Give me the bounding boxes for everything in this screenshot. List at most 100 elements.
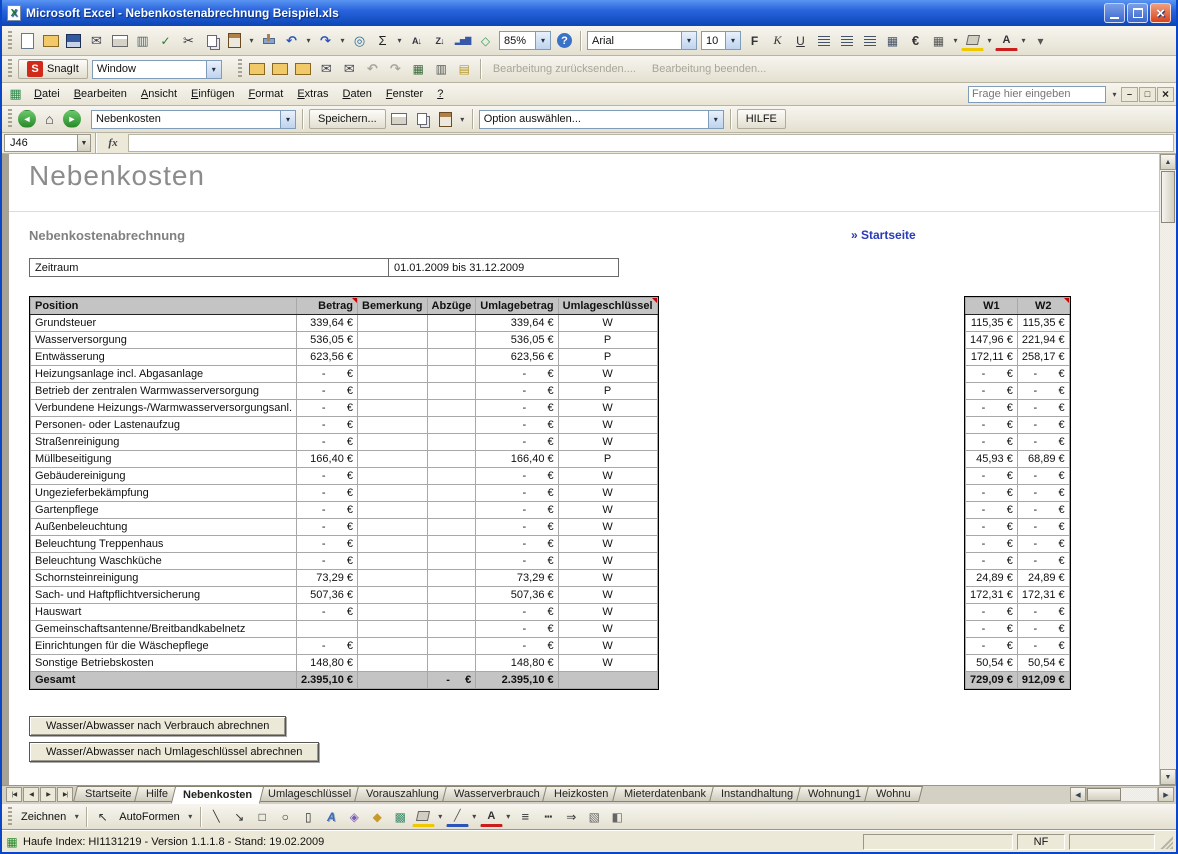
cell-w1[interactable]: 172,31 € [965,586,1018,604]
fill-color-icon-dropdown[interactable]: ▾ [984,30,995,51]
win-close-button[interactable] [1157,86,1174,102]
cell-w1[interactable]: - € [965,416,1018,434]
cell-umlagebetrag[interactable]: - € [475,637,559,655]
cell-umlagebetrag[interactable]: - € [475,484,559,502]
zeitraum-label-cell[interactable]: Zeitraum [29,258,389,277]
chart-wizard-icon[interactable] [451,30,474,51]
format-painter-icon[interactable] [257,30,280,51]
titlebar[interactable]: Microsoft Excel - Nebenkostenabrechnung … [2,0,1176,26]
cell-betrag[interactable]: - € [296,365,358,383]
sheet-action-button[interactable]: Wasser/Abwasser nach Umlageschlüssel abr… [29,742,320,762]
cell-umlagebetrag[interactable]: - € [475,518,559,536]
cell-umlageschluessel[interactable]: P [557,331,658,349]
cell-bemerkung[interactable] [357,314,428,332]
diagram-icon[interactable] [343,806,366,827]
column-header-w2[interactable]: W2 [1016,297,1070,315]
cell-abzuege[interactable] [426,450,477,468]
cell-betrag[interactable] [296,620,358,638]
mail-icon[interactable] [85,30,108,51]
column-header-bemerkung[interactable]: Bemerkung [357,297,428,315]
name-box-dropdown-icon[interactable]: ▼ [78,134,91,152]
cell-betrag[interactable]: - € [296,467,358,485]
cell-position[interactable]: Entwässerung [30,348,297,366]
cell-umlageschluessel[interactable]: W [557,314,658,332]
cell-betrag[interactable]: - € [296,552,358,570]
textbox-icon[interactable] [297,806,320,827]
font-color-icon-dropdown[interactable]: ▾ [1018,30,1029,51]
spelling-icon[interactable] [154,30,177,51]
align-right-icon[interactable] [858,30,881,51]
name-box[interactable]: J46 [4,134,78,152]
cell-abzuege[interactable] [426,484,477,502]
cell-umlageschluessel[interactable]: W [557,569,658,587]
sheet-tab-wohnu[interactable]: Wohnu [863,786,923,802]
cell-w2[interactable]: - € [1016,433,1070,451]
cell-position[interactable]: Schornsteinreinigung [30,569,297,587]
cell-w2[interactable]: - € [1016,501,1070,519]
cell-w1[interactable]: - € [965,484,1018,502]
cell-w2[interactable]: - € [1016,365,1070,383]
bold-icon[interactable] [743,30,766,51]
autoformen-button[interactable]: AutoFormen [114,807,185,827]
toolbar-grip[interactable] [8,59,12,79]
cell-w2[interactable]: - € [1016,416,1070,434]
arrow-icon[interactable] [228,806,251,827]
redo-icon[interactable] [314,30,337,51]
cell-w1[interactable]: 115,35 € [965,314,1018,332]
cell-umlageschluessel[interactable]: W [557,586,658,604]
cell-w1[interactable]: - € [965,603,1018,621]
font-color2-icon-dropdown[interactable]: ▾ [503,806,514,827]
cell-position[interactable]: Ungezieferbekämpfung [30,484,297,502]
cell-bemerkung[interactable] [357,433,428,451]
print-small-icon[interactable] [388,109,411,130]
print-preview-icon[interactable] [131,30,154,51]
column-header-w1[interactable]: W1 [965,297,1018,315]
cell-umlageschluessel[interactable]: W [557,433,658,451]
cell-umlageschluessel[interactable]: W [557,552,658,570]
print-icon[interactable] [108,30,131,51]
cell-umlageschluessel[interactable]: W [557,484,658,502]
undo-icon[interactable] [280,30,303,51]
line-color-icon-dropdown[interactable]: ▾ [469,806,480,827]
cell-w1[interactable]: 147,96 € [965,331,1018,349]
cell-betrag[interactable]: 73,29 € [296,569,358,587]
cell-betrag[interactable]: - € [296,637,358,655]
cell-abzuege[interactable] [426,501,477,519]
cell-abzuege[interactable] [426,586,477,604]
cell-umlagebetrag[interactable]: 339,64 € [475,314,559,332]
cell-w2[interactable]: - € [1016,518,1070,536]
cell-umlagebetrag[interactable]: 73,29 € [475,569,559,587]
menu-ansicht[interactable]: Ansicht [134,85,184,104]
menu-einf-gen[interactable]: Einfügen [184,85,241,104]
paste-small-icon[interactable] [434,109,457,130]
cell-w1[interactable]: 50,54 € [965,654,1018,672]
chevron-down-icon[interactable]: ▾ [280,110,295,128]
sheet-tab-mieterdatenbank[interactable]: Mieterdatenbank [611,786,718,802]
cell-w2[interactable]: 221,94 € [1016,331,1070,349]
cell-abzuege[interactable] [426,416,477,434]
cell-position[interactable]: Einrichtungen für die Wäschepflege [30,637,297,655]
cell-bemerkung[interactable] [357,501,428,519]
scroll-right-button[interactable]: ▶ [1158,787,1174,802]
cell-bemerkung[interactable] [357,365,428,383]
save-icon[interactable] [62,30,85,51]
sheet-select-combo[interactable]: Nebenkosten ▾ [91,109,296,129]
cell-w2[interactable]: - € [1016,535,1070,553]
back-icon[interactable] [18,110,36,128]
chevron-down-icon[interactable]: ▾ [681,32,696,49]
cell-w1[interactable]: - € [965,382,1018,400]
cell-w2[interactable]: - € [1016,484,1070,502]
cell-bemerkung[interactable] [357,416,428,434]
cell-umlagebetrag[interactable]: - € [475,603,559,621]
hscrollbar-track[interactable] [1086,787,1158,802]
cell-betrag[interactable]: - € [296,535,358,553]
cell-umlagebetrag[interactable]: - € [475,365,559,383]
autosum-icon-dropdown[interactable]: ▾ [394,30,405,51]
cell-position[interactable]: Gemeinschaftsantenne/Breitbandkabelnetz [30,620,297,638]
sheet-tab-nebenkosten[interactable]: Nebenkosten [171,786,265,804]
cell-bemerkung[interactable] [357,348,428,366]
cell-w2[interactable]: - € [1016,399,1070,417]
cell-umlageschluessel[interactable]: P [557,348,658,366]
cell-umlageschluessel[interactable]: W [557,620,658,638]
cell-w1[interactable]: - € [965,637,1018,655]
